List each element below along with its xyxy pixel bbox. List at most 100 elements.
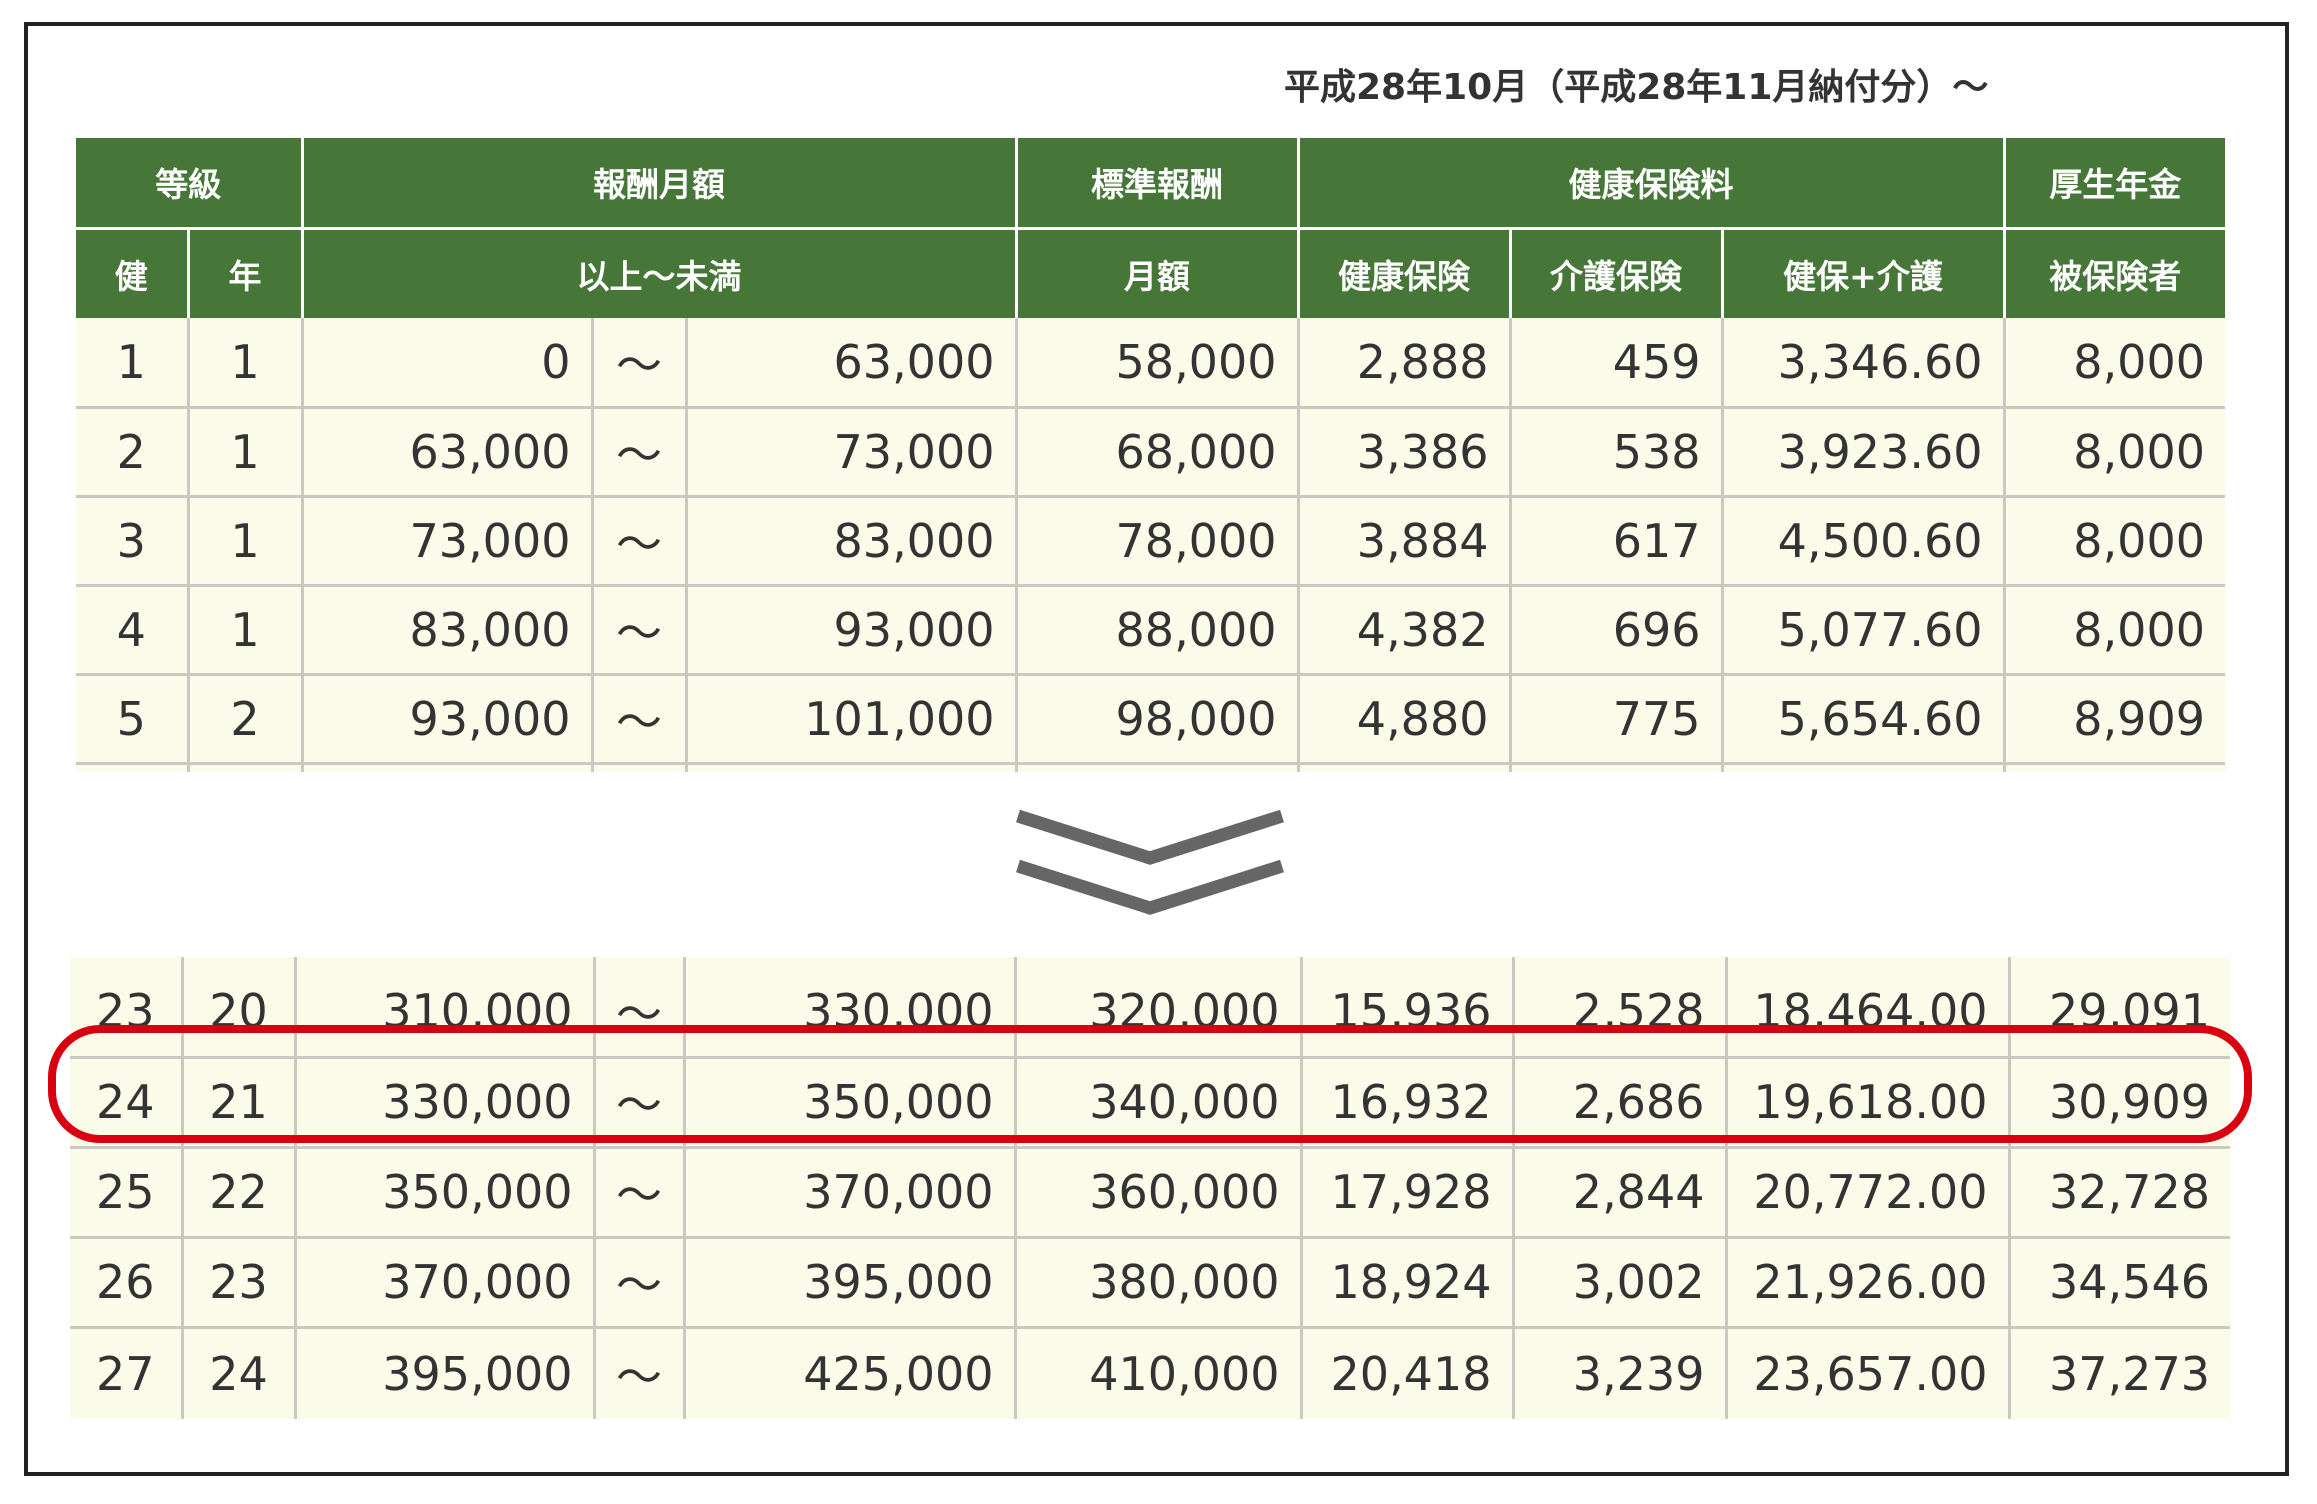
cell-health: 4,382 — [1298, 585, 1512, 676]
premium-table-top: 等級 報酬月額 標準報酬 健康保険料 厚生年金 健 年 以上〜未満 月額 健康保… — [76, 138, 2225, 772]
cell-range-from: 310,000 — [295, 967, 596, 1059]
table-row: 23 20 310,000 〜 330,000 320,000 15,936 2,528 18,… — [70, 967, 2230, 1059]
cell-range-from: 350,000 — [295, 1147, 596, 1239]
table-row: 24 21 330,000 〜 350,000 340,000 16,932 2,686 19,… — [70, 1057, 2230, 1149]
cell-care: 617 — [1510, 496, 1724, 587]
cell-monthly: 58,000 — [1016, 318, 1300, 409]
cell-range-to: 73,000 — [686, 407, 1018, 498]
cell-range-tilde: 〜 — [592, 674, 688, 765]
cell-health-care: 23,657.00 — [1726, 1327, 2011, 1419]
cell-monthly: 410,000 — [1015, 1327, 1303, 1419]
header-kenpo: 健 — [76, 228, 190, 318]
cell-nenkin: 1 — [188, 585, 304, 676]
cell-health-care: 20,772.00 — [1726, 1147, 2011, 1239]
table-row: 2 1 63,000 〜 73,000 68,000 3,386 538 3,923.60 8,0… — [76, 407, 2225, 498]
cell-health-care: 5,654.60 — [1722, 674, 2006, 765]
table-continuation-stub — [76, 763, 2225, 772]
cell-care: 2,844 — [1513, 1147, 1728, 1239]
cell-kenpo: 2 — [76, 407, 190, 498]
cell-kenpo: 25 — [70, 1147, 184, 1239]
cell-health: 3,386 — [1298, 407, 1512, 498]
cell-pension: 8,000 — [2004, 496, 2225, 587]
cell-nenkin: 24 — [182, 1327, 297, 1419]
cell-range-to: 350,000 — [684, 1057, 1017, 1149]
cell-kenpo: 4 — [76, 585, 190, 676]
cell-care: 3,239 — [1513, 1327, 1728, 1419]
cell-care: 459 — [1510, 318, 1724, 409]
cell-nenkin: 22 — [182, 1147, 297, 1239]
header-monthly: 月額 — [1016, 228, 1300, 318]
cell-pension: 29,091 — [2009, 967, 2230, 1059]
cell-range-to: 370,000 — [684, 1147, 1017, 1239]
cell-health: 17,928 — [1301, 1147, 1515, 1239]
cell-range-tilde: 〜 — [592, 318, 688, 409]
cell-range-from: 370,000 — [295, 1237, 596, 1329]
cell-range-to: 63,000 — [686, 318, 1018, 409]
cell-health-care: 5,077.60 — [1722, 585, 2006, 676]
table-row: 25 22 350,000 〜 370,000 360,000 17,928 2,844 20,… — [70, 1147, 2230, 1239]
cell-range-tilde: 〜 — [592, 585, 688, 676]
cell-range-tilde: 〜 — [592, 407, 688, 498]
cell-care: 775 — [1510, 674, 1724, 765]
cell-care: 2,686 — [1513, 1057, 1728, 1149]
header-grade: 等級 — [76, 138, 304, 230]
header-range: 以上〜未満 — [302, 228, 1018, 318]
cell-range-to: 101,000 — [686, 674, 1018, 765]
cell-kenpo: 3 — [76, 496, 190, 587]
cell-health: 3,884 — [1298, 496, 1512, 587]
cell-monthly: 78,000 — [1016, 496, 1300, 587]
cell-kenpo: 1 — [76, 318, 190, 409]
header-standard: 標準報酬 — [1016, 138, 1300, 230]
cell-care: 538 — [1510, 407, 1724, 498]
cell-nenkin: 21 — [182, 1057, 297, 1149]
cell-health-care: 21,926.00 — [1726, 1237, 2011, 1329]
cell-health-care: 3,923.60 — [1722, 407, 2006, 498]
header-pension: 厚生年金 — [2004, 138, 2225, 230]
cell-pension: 37,273 — [2009, 1327, 2230, 1419]
cell-monthly: 340,000 — [1015, 1057, 1303, 1149]
cell-range-from: 330,000 — [295, 1057, 596, 1149]
cell-nenkin: 23 — [182, 1237, 297, 1329]
cell-health: 18,924 — [1301, 1237, 1515, 1329]
cell-pension: 30,909 — [2009, 1057, 2230, 1149]
cell-pension: 32,728 — [2009, 1147, 2230, 1239]
double-chevron-down-icon — [1016, 809, 1284, 915]
cell-monthly: 360,000 — [1015, 1147, 1303, 1239]
cell-range-to: 395,000 — [684, 1237, 1017, 1329]
cell-kenpo: 27 — [70, 1327, 184, 1419]
cell-nenkin: 1 — [188, 318, 304, 409]
cell-nenkin: 1 — [188, 496, 304, 587]
cell-pension: 8,000 — [2004, 585, 2225, 676]
cell-nenkin: 20 — [182, 967, 297, 1059]
cell-kenpo: 23 — [70, 967, 184, 1059]
cell-range-tilde: 〜 — [594, 1147, 686, 1239]
header-care: 介護保険 — [1510, 228, 1724, 318]
cell-range-from: 0 — [302, 318, 594, 409]
cell-range-to: 425,000 — [684, 1327, 1017, 1419]
cell-range-tilde: 〜 — [594, 967, 686, 1059]
cell-kenpo: 5 — [76, 674, 190, 765]
table-row: 27 24 395,000 〜 425,000 410,000 20,418 3,239 23,… — [70, 1327, 2230, 1419]
cell-pension: 8,000 — [2004, 407, 2225, 498]
cell-range-tilde: 〜 — [594, 1237, 686, 1329]
effective-date-caption: 平成28年10月（平成28年11月納付分）〜 — [1284, 67, 1989, 108]
cell-monthly: 320,000 — [1015, 967, 1303, 1059]
cell-range-to: 83,000 — [686, 496, 1018, 587]
header-row-2: 健 年 以上〜未満 月額 健康保険 介護保険 健保+介護 被保険者 — [76, 228, 2225, 318]
header-health-care: 健保+介護 — [1722, 228, 2006, 318]
cell-range-tilde: 〜 — [594, 1057, 686, 1149]
table-continuation-stub-top — [70, 957, 2230, 967]
cell-pension: 8,000 — [2004, 318, 2225, 409]
cell-health-care: 3,346.60 — [1722, 318, 2006, 409]
cell-range-tilde: 〜 — [592, 496, 688, 587]
cell-kenpo: 26 — [70, 1237, 184, 1329]
header-nenkin: 年 — [188, 228, 304, 318]
cell-health-care: 4,500.60 — [1722, 496, 2006, 587]
cell-pension: 8,909 — [2004, 674, 2225, 765]
table-row: 5 2 93,000 〜 101,000 98,000 4,880 775 5,654.60 8,… — [76, 674, 2225, 765]
cell-monthly: 88,000 — [1016, 585, 1300, 676]
cell-health: 2,888 — [1298, 318, 1512, 409]
cell-kenpo: 24 — [70, 1057, 184, 1149]
cell-monthly: 380,000 — [1015, 1237, 1303, 1329]
header-row-1: 等級 報酬月額 標準報酬 健康保険料 厚生年金 — [76, 138, 2225, 230]
